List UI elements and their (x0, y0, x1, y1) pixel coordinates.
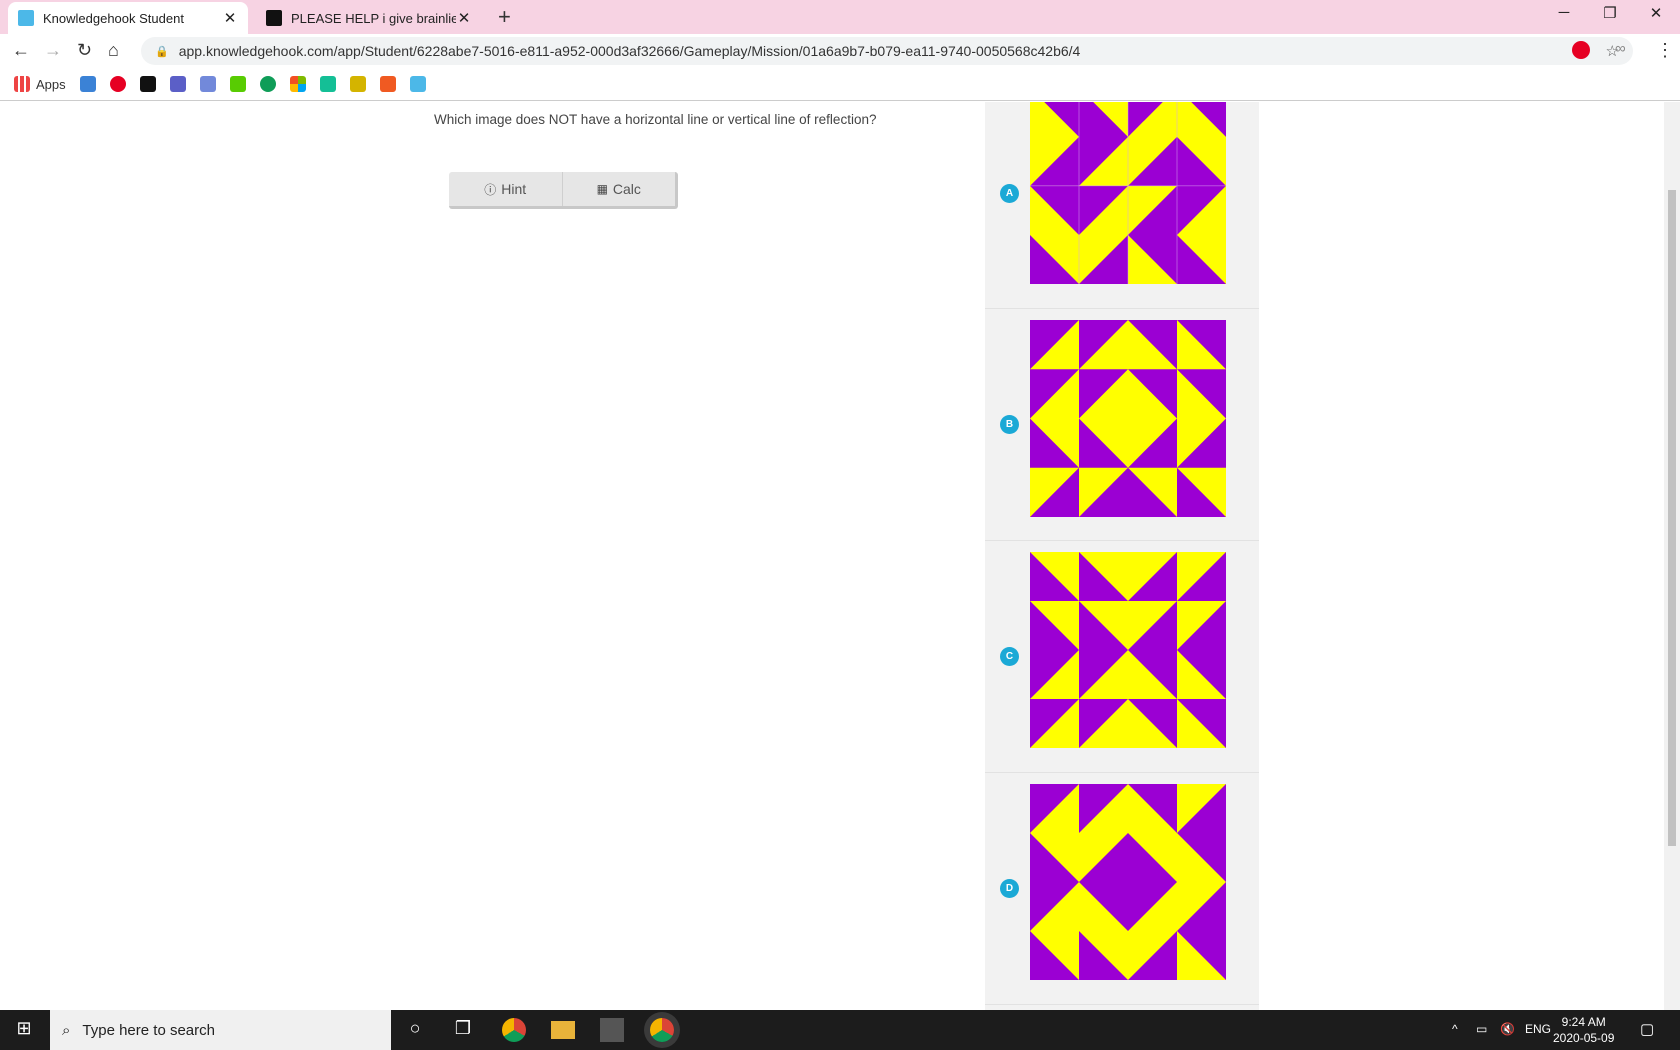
search-icon: ⌕ (62, 1021, 71, 1039)
hint-label: Hint (501, 181, 527, 197)
taskbar-search[interactable]: ⌕ Type here to search (50, 1010, 391, 1050)
hint-button[interactable]: ⓘ Hint (449, 172, 562, 206)
bookmark-icon[interactable] (349, 76, 366, 92)
bookmark-icon[interactable] (79, 76, 96, 92)
pattern-image-c (1030, 552, 1226, 748)
address-bar[interactable]: 🔒 app.knowledgehook.com/app/Student/6228… (141, 37, 1633, 65)
cortana-icon[interactable]: ○ (403, 1018, 427, 1042)
forward-icon[interactable]: → (44, 40, 62, 61)
teams-bookmark-icon[interactable] (169, 76, 186, 92)
calculator-icon[interactable] (600, 1018, 624, 1042)
task-view-icon[interactable]: ❐ (451, 1018, 475, 1042)
apps-bookmark[interactable]: Apps (36, 77, 66, 92)
close-tab-icon[interactable]: ✕ (456, 9, 472, 27)
brainly-favicon-icon (266, 10, 282, 26)
lock-icon: 🔒 (155, 45, 169, 58)
new-tab-button[interactable]: + (498, 4, 511, 30)
tab-knowledgehook[interactable]: Knowledgehook Student ✕ (8, 2, 248, 34)
tab-strip: Knowledgehook Student ✕ PLEASE HELP i gi… (0, 0, 1680, 34)
scrollbar-thumb[interactable] (1668, 190, 1676, 846)
windows-taskbar: ⊞ ⌕ Type here to search ○ ❐ ^ ▭ 🔇 ENG 9:… (0, 1010, 1680, 1050)
answer-options: A B C D (985, 102, 1259, 1010)
notifications-icon[interactable]: ▢ (1640, 1020, 1654, 1038)
close-tab-icon[interactable]: ✕ (222, 9, 238, 27)
clock-time: 9:24 AM (1561, 1015, 1606, 1029)
language-indicator[interactable]: ENG (1525, 1022, 1551, 1036)
khan-bookmark-icon[interactable] (319, 76, 336, 92)
question-text: Which image does NOT have a horizontal l… (434, 112, 877, 127)
clock-date: 2020-05-09 (1553, 1031, 1615, 1045)
knowledgehook-bookmark-icon[interactable] (409, 76, 426, 92)
microsoft-bookmark-icon[interactable] (289, 76, 306, 92)
option-a[interactable]: A (985, 102, 1259, 309)
calculator-grid-icon: ▦ (596, 182, 608, 196)
info-icon: ⓘ (484, 182, 497, 197)
pattern-image-d (1030, 784, 1226, 980)
wattpad-bookmark-icon[interactable] (139, 76, 156, 92)
option-badge: C (1000, 647, 1019, 666)
network-icon[interactable]: ▭ (1476, 1022, 1487, 1036)
option-badge: B (1000, 415, 1019, 434)
pattern-image-a (1030, 102, 1226, 284)
tab-title: PLEASE HELP i give brainliest 15 (291, 10, 456, 26)
calc-button[interactable]: ▦ Calc (561, 172, 676, 206)
home-icon[interactable]: ⌂ (108, 40, 119, 61)
search-placeholder: Type here to search (82, 1021, 215, 1039)
hangouts-bookmark-icon[interactable] (259, 76, 276, 92)
knowledgehook-favicon-icon (18, 10, 34, 26)
discord-bookmark-icon[interactable] (199, 76, 216, 92)
back-icon[interactable]: ← (12, 40, 30, 61)
chrome-icon[interactable] (502, 1018, 526, 1042)
bookmark-icon[interactable] (379, 76, 396, 92)
pinterest-bookmark-icon[interactable] (109, 76, 126, 92)
apps-grid-icon[interactable] (14, 76, 30, 92)
windows-start-icon[interactable]: ⊞ (12, 1018, 36, 1042)
option-badge: A (1000, 184, 1019, 203)
tab-brainly[interactable]: PLEASE HELP i give brainliest 15 ✕ (256, 2, 482, 34)
menu-icon[interactable]: ⋮ (1656, 40, 1674, 61)
pinterest-extension-icon[interactable] (1572, 41, 1590, 59)
browser-toolbar: ← → ↻ ⌂ 🔒 app.knowledgehook.com/app/Stud… (0, 34, 1680, 68)
close-window-button[interactable]: ✕ (1636, 4, 1676, 22)
file-explorer-icon[interactable] (551, 1021, 575, 1039)
calc-label: Calc (612, 181, 641, 197)
reload-icon[interactable]: ↻ (77, 40, 92, 61)
clock[interactable]: 9:24 AM 2020-05-09 (1553, 1014, 1614, 1046)
tool-buttons: ⓘ Hint ▦ Calc (449, 172, 678, 209)
volume-muted-icon[interactable]: 🔇 (1500, 1022, 1515, 1036)
extension-icon[interactable]: ∞ (1615, 40, 1626, 57)
option-d[interactable]: D (985, 773, 1259, 1005)
pattern-image-b (1030, 320, 1226, 517)
restore-button[interactable]: ❐ (1590, 4, 1630, 22)
option-b[interactable]: B (985, 309, 1259, 541)
page-content: Which image does NOT have a horizontal l… (0, 102, 1664, 1010)
tab-title: Knowledgehook Student (43, 10, 184, 26)
chrome-active-icon[interactable] (650, 1018, 674, 1042)
minimize-button[interactable]: ─ (1544, 4, 1584, 21)
url-text: app.knowledgehook.com/app/Student/6228ab… (178, 43, 1081, 59)
option-badge: D (1000, 879, 1019, 898)
bookmarks-bar: Apps (0, 68, 1680, 101)
show-hidden-icons-icon[interactable]: ^ (1452, 1022, 1458, 1036)
option-c[interactable]: C (985, 541, 1259, 773)
page-scrollbar[interactable] (1664, 102, 1680, 1010)
duolingo-bookmark-icon[interactable] (229, 76, 246, 92)
